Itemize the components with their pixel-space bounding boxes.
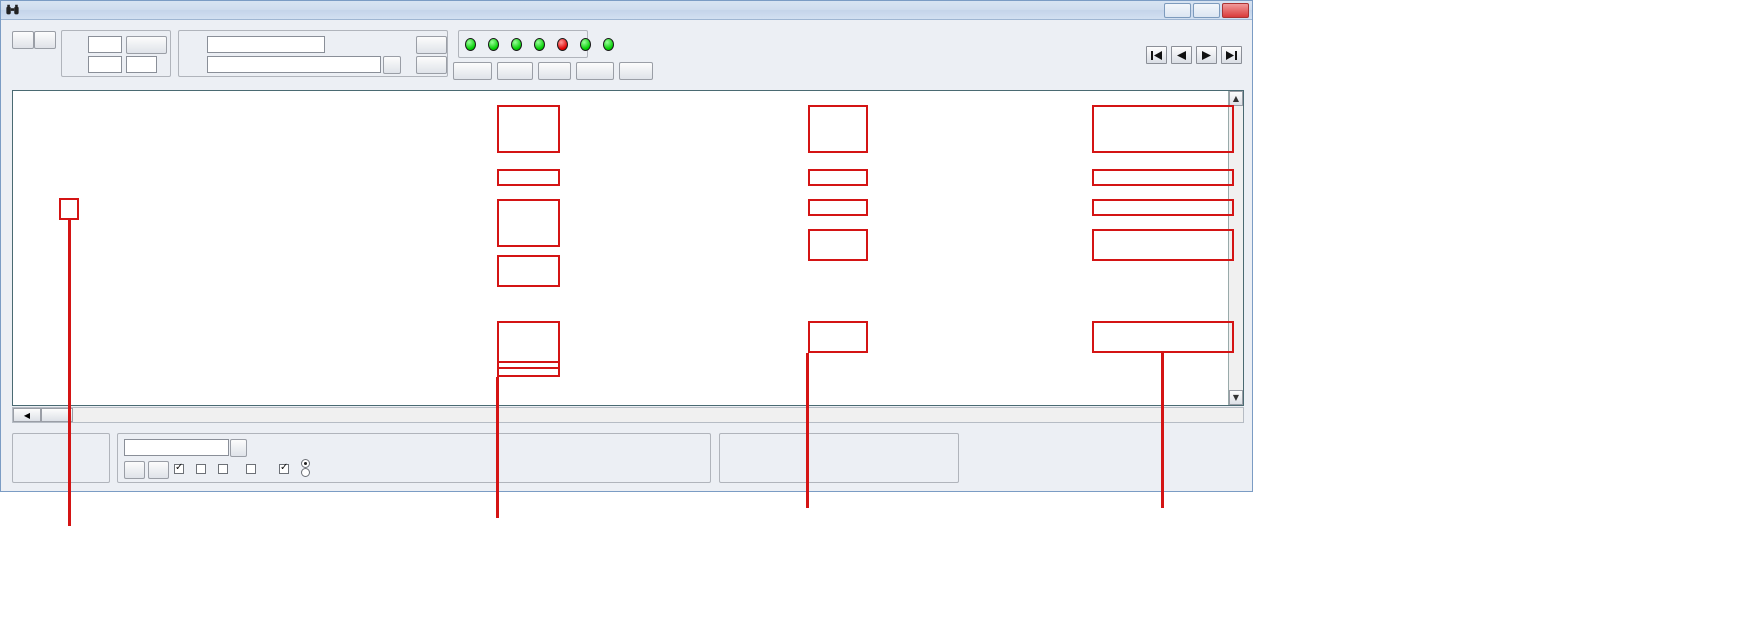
outgoing-spot-group <box>178 30 448 77</box>
c-radio[interactable] <box>301 468 310 477</box>
led-7 <box>603 38 614 51</box>
vertical-scrollbar[interactable]: ▲ ▼ <box>1228 91 1243 405</box>
toolbar <box>1 20 1252 87</box>
local-button[interactable] <box>416 56 447 74</box>
maximize-button[interactable] <box>1193 2 1220 18</box>
cluster-button[interactable] <box>416 36 447 54</box>
led-1 <box>465 38 476 51</box>
led-row <box>465 38 614 51</box>
close-button[interactable] <box>1222 2 1249 18</box>
action-button-row <box>453 62 653 80</box>
filter-input[interactable] <box>124 439 229 456</box>
previous-record-button[interactable] <box>1171 46 1192 64</box>
led-4 <box>534 38 545 51</box>
history-button[interactable] <box>126 36 167 54</box>
spot-grid[interactable]: ▲ ▼ <box>12 90 1244 406</box>
nav-back-button[interactable] <box>12 31 34 49</box>
notes-input[interactable] <box>207 56 381 73</box>
filter-back-button[interactable] <box>124 461 145 479</box>
sfi-value[interactable] <box>88 36 122 53</box>
last-record-button[interactable] <box>1221 46 1242 64</box>
s-radio[interactable] <box>301 459 310 468</box>
scroll-up-arrow[interactable]: ▲ <box>1229 91 1243 106</box>
help-button[interactable] <box>619 62 653 80</box>
call-input[interactable] <box>207 36 325 53</box>
binoculars-icon <box>6 4 19 15</box>
minimize-button[interactable] <box>1164 2 1191 18</box>
report-button[interactable] <box>453 62 492 80</box>
spot-grid-body[interactable] <box>13 91 1228 405</box>
led-5 <box>557 38 568 51</box>
stats-button[interactable] <box>497 62 533 80</box>
transport-row <box>1146 46 1242 64</box>
wwv-group <box>61 30 171 77</box>
title-bar <box>1 1 1252 20</box>
leader-line-network <box>496 377 499 518</box>
eqsl-checkbox[interactable] <box>246 464 256 474</box>
spotcollector-window: ▲ ▼ ◀ <box>0 0 1253 492</box>
clear-notes-button[interactable] <box>383 56 401 74</box>
led-3 <box>511 38 522 51</box>
scroll-left-arrow[interactable]: ◀ <box>13 408 41 422</box>
config-button[interactable] <box>576 62 614 80</box>
color-codes-group <box>719 433 959 483</box>
filter-clear-button[interactable] <box>230 439 247 457</box>
prop-button[interactable] <box>538 62 571 80</box>
age-checkbox[interactable] <box>196 464 206 474</box>
a-index-value[interactable] <box>88 56 122 73</box>
led-2 <box>488 38 499 51</box>
led-6 <box>580 38 591 51</box>
next-record-button[interactable] <box>1196 46 1217 64</box>
first-record-button[interactable] <box>1146 46 1167 64</box>
leader-line-source <box>806 353 809 508</box>
sort-group <box>12 433 110 483</box>
lotw-checkbox[interactable] <box>218 464 228 474</box>
leader-line-snr <box>1161 353 1164 508</box>
scroll-down-arrow[interactable]: ▼ <box>1229 390 1243 405</box>
spot-source-status-group <box>458 30 614 58</box>
audio-checkbox[interactable] <box>174 462 184 474</box>
filter-forward-button[interactable] <box>148 461 169 479</box>
mrthn-checkbox[interactable] <box>279 462 289 474</box>
filter-group <box>117 433 711 483</box>
horizontal-scrollbar[interactable]: ◀ <box>12 407 1244 423</box>
leader-line-marathon <box>68 219 71 526</box>
window-controls <box>1164 2 1249 18</box>
nav-forward-button[interactable] <box>34 31 56 49</box>
k-index-value[interactable] <box>126 56 157 73</box>
